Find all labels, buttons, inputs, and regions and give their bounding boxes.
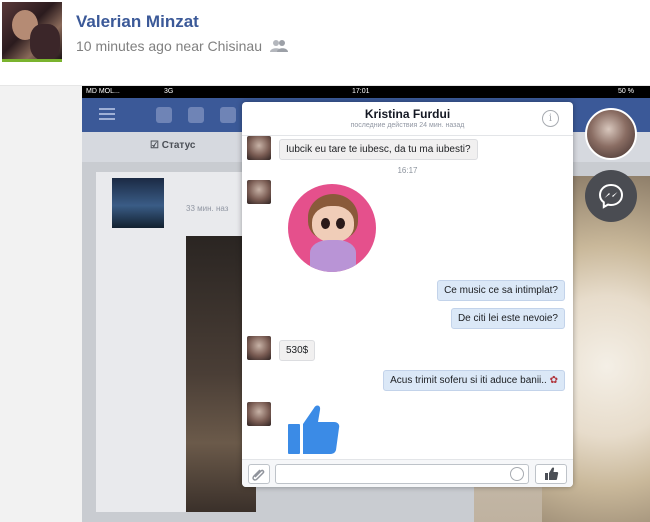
messenger-chat-head bbox=[585, 170, 637, 222]
feed-card-thumbnail bbox=[112, 178, 164, 228]
post-time-location[interactable]: 10 minutes ago near Chisinau bbox=[76, 38, 262, 54]
status-carrier: MD MOL... bbox=[86, 88, 120, 95]
chat-last-active: последние действия 24 мин. назад bbox=[350, 122, 465, 129]
chat-window: Kristina Furdui последние действия 24 ми… bbox=[242, 102, 573, 487]
message-text: Acus trimit soferu si iti aduce banii.. bbox=[390, 375, 547, 386]
contact-mini-avatar bbox=[247, 336, 271, 360]
friends-icon[interactable] bbox=[270, 39, 289, 53]
phone-status-bar: MD MOL... 3G 17:01 50 % bbox=[82, 86, 650, 98]
contact-mini-avatar bbox=[247, 180, 271, 204]
chat-header: Kristina Furdui последние действия 24 ми… bbox=[242, 102, 573, 136]
message-bubble-outgoing: Ce music ce sa intimplat? bbox=[437, 280, 565, 301]
post-meta: 10 minutes ago near Chisinau bbox=[76, 38, 289, 54]
chat-composer bbox=[242, 459, 573, 487]
thumbs-up-icon bbox=[288, 405, 340, 454]
girl-sticker-icon bbox=[288, 184, 376, 272]
friends-requests-icon bbox=[156, 107, 172, 123]
attach-icon bbox=[248, 464, 270, 484]
chat-head-avatar bbox=[585, 108, 637, 160]
author-name[interactable]: Valerian Minzat bbox=[76, 12, 199, 32]
post-photo[interactable]: MD MOL... 3G 17:01 50 % ☑ Статус Club Ro… bbox=[82, 86, 650, 522]
message-bubble-outgoing: De citi lei este nevoie? bbox=[450, 308, 565, 329]
feed-card-time: 33 мин. наз bbox=[186, 204, 229, 213]
status-battery: 50 % bbox=[618, 88, 634, 95]
info-icon: i bbox=[542, 110, 559, 127]
messages-icon bbox=[188, 107, 204, 123]
left-margin bbox=[0, 86, 82, 522]
chat-contact-name: Kristina Furdui bbox=[364, 107, 451, 121]
status-time: 17:01 bbox=[352, 88, 370, 95]
message-bubble-outgoing: Acus trimit soferu si iti aduce banii.. … bbox=[383, 370, 565, 391]
author-avatar[interactable] bbox=[2, 2, 62, 62]
emoji-icon bbox=[510, 467, 524, 481]
contact-mini-avatar bbox=[247, 402, 271, 426]
contact-mini-avatar bbox=[247, 136, 271, 160]
notifications-icon bbox=[220, 107, 236, 123]
status-network: 3G bbox=[164, 88, 174, 95]
rose-icon: ✿ bbox=[549, 375, 558, 386]
messenger-icon bbox=[598, 183, 624, 209]
message-bubble-incoming: 530$ bbox=[279, 340, 316, 361]
message-bubble-incoming: Iubcik eu tare te iubesc, da tu ma iubes… bbox=[279, 139, 478, 160]
message-input bbox=[275, 464, 529, 484]
feed-card: Club Roy 33 мин. наз bbox=[96, 172, 373, 512]
menu-icon bbox=[99, 108, 115, 120]
like-button bbox=[535, 464, 567, 484]
chat-timestamp: 16:17 bbox=[397, 166, 418, 175]
status-button: ☑ Статус bbox=[150, 140, 196, 151]
